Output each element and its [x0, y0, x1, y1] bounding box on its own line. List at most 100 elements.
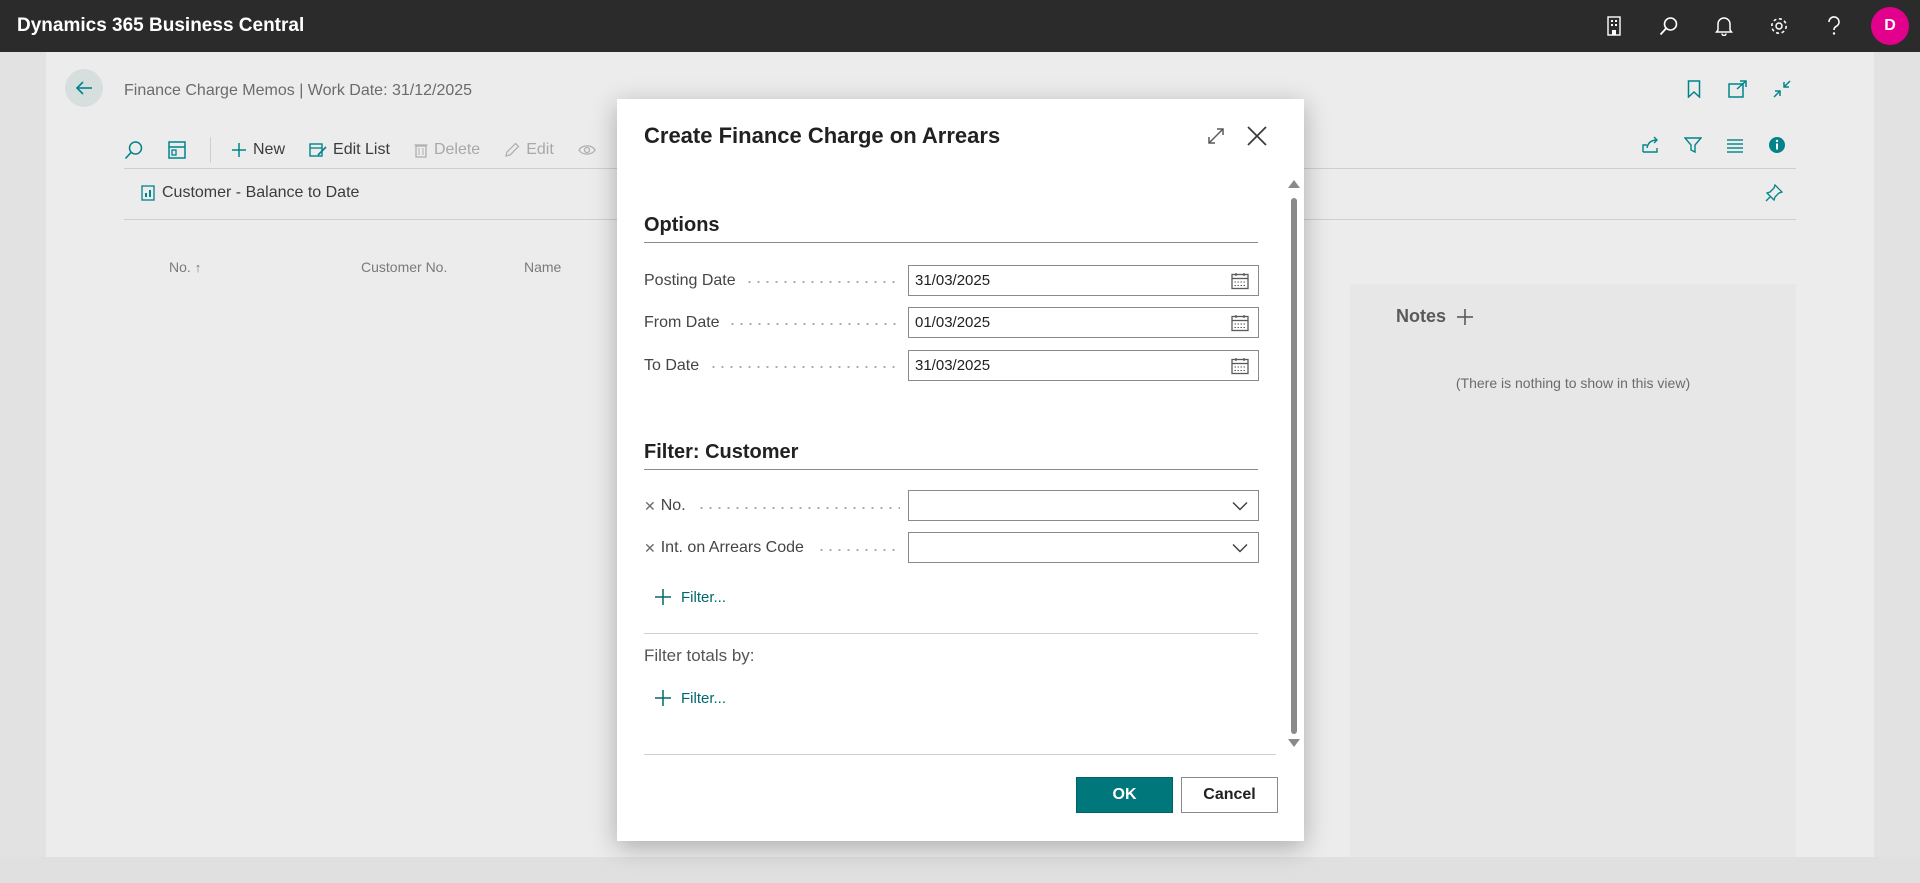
from-date-value: 01/03/2025 — [915, 314, 991, 331]
ok-button[interactable]: OK — [1076, 777, 1173, 813]
pencil-icon — [505, 142, 520, 157]
close-icon[interactable] — [1242, 121, 1272, 151]
search-icon[interactable] — [1641, 0, 1696, 52]
search-list-button[interactable] — [124, 140, 144, 160]
bookmark-icon[interactable] — [1683, 78, 1705, 100]
report-icon — [141, 185, 155, 201]
filter-int-arrears-label: ✕ Int. on Arrears Code — [644, 539, 804, 557]
dialog-footer-divider — [644, 754, 1276, 755]
plus-icon — [655, 589, 671, 605]
app-bar-icons: D — [1586, 0, 1920, 52]
posting-date-leader — [745, 281, 900, 283]
column-header-no[interactable]: No. ↑ — [169, 259, 201, 275]
analysis-icon — [168, 141, 186, 159]
scroll-down-arrow[interactable] — [1288, 739, 1300, 747]
company-icon[interactable] — [1586, 0, 1641, 52]
to-date-value: 31/03/2025 — [915, 357, 991, 374]
share-icon[interactable] — [1640, 134, 1662, 156]
create-finance-charge-dialog: Create Finance Charge on Arrears Options… — [617, 99, 1304, 841]
calendar-icon[interactable] — [1229, 270, 1251, 292]
arrow-left-icon — [75, 81, 92, 95]
page-bottom-bar — [0, 857, 1920, 883]
eye-icon — [578, 145, 596, 155]
to-date-field[interactable]: 31/03/2025 — [908, 350, 1259, 381]
edit-list-icon — [309, 143, 327, 157]
filter-no-leader — [697, 507, 900, 509]
sort-ascending-icon: ↑ — [194, 260, 202, 275]
to-date-leader — [709, 366, 900, 368]
filter-no-field[interactable] — [908, 490, 1259, 521]
info-icon[interactable] — [1766, 134, 1788, 156]
column-header-name[interactable]: Name — [524, 259, 561, 275]
page-margin-right — [1874, 52, 1920, 883]
chevron-down-icon[interactable] — [1229, 495, 1251, 517]
filter-icon[interactable] — [1682, 134, 1704, 156]
filter-totals-label: Filter totals by: — [644, 646, 755, 665]
scrollbar-thumb[interactable] — [1291, 198, 1297, 734]
filter-int-arrears-field[interactable] — [908, 532, 1259, 563]
app-title[interactable]: Dynamics 365 Business Central — [17, 15, 304, 37]
delete-button[interactable]: Delete — [414, 141, 480, 159]
options-section-title: Options — [644, 214, 720, 236]
posting-date-field[interactable]: 31/03/2025 — [908, 265, 1259, 296]
edit-list-button[interactable]: Edit List — [309, 141, 390, 159]
cancel-button[interactable]: Cancel — [1181, 777, 1278, 813]
open-new-window-icon[interactable] — [1727, 78, 1749, 100]
add-customer-filter-link[interactable]: Filter... — [654, 588, 726, 606]
expand-icon[interactable] — [1203, 123, 1229, 149]
posting-date-value: 31/03/2025 — [915, 272, 991, 289]
report-link-label: Customer - Balance to Date — [162, 184, 360, 201]
remove-filter-icon[interactable]: ✕ — [644, 498, 656, 515]
from-date-field[interactable]: 01/03/2025 — [908, 307, 1259, 338]
report-link-balance-to-date[interactable]: Customer - Balance to Date — [141, 184, 359, 202]
collapse-icon[interactable] — [1771, 78, 1793, 100]
app-bar: Dynamics 365 Business Central D — [0, 0, 1920, 52]
notes-factbox: Notes (There is nothing to show in this … — [1350, 284, 1796, 857]
filter-no-label-text: No. — [660, 497, 686, 514]
edit-button[interactable]: Edit — [504, 141, 554, 159]
user-avatar[interactable]: D — [1871, 7, 1909, 45]
bell-icon[interactable] — [1696, 0, 1751, 52]
new-button[interactable]: New — [231, 141, 285, 159]
notes-title: Notes — [1396, 306, 1474, 327]
column-header-customer-no[interactable]: Customer No. — [361, 259, 447, 275]
dialog-title: Create Finance Charge on Arrears — [644, 123, 1001, 148]
edit-list-label: Edit List — [333, 141, 390, 158]
filter-customer-section-divider — [644, 469, 1258, 470]
page-margin-left — [0, 52, 46, 883]
edit-label: Edit — [526, 141, 554, 158]
page-header-actions — [1683, 78, 1793, 100]
totals-divider — [644, 633, 1258, 634]
calendar-icon[interactable] — [1229, 312, 1251, 334]
action-bar-right — [1640, 134, 1788, 156]
filter-int-arrears-leader — [817, 549, 900, 551]
remove-filter-icon[interactable]: ✕ — [644, 540, 656, 557]
filter-no-label: ✕ No. — [644, 497, 686, 515]
chevron-down-icon[interactable] — [1229, 537, 1251, 559]
help-icon[interactable] — [1806, 0, 1861, 52]
new-label: New — [253, 141, 286, 158]
from-date-label: From Date — [644, 314, 720, 331]
calendar-icon[interactable] — [1229, 355, 1251, 377]
filter-customer-section-title: Filter: Customer — [644, 441, 799, 463]
plus-icon — [655, 690, 671, 706]
scroll-up-arrow[interactable] — [1288, 180, 1300, 188]
search-icon — [124, 141, 143, 160]
list-view-icon[interactable] — [1724, 134, 1746, 156]
action-bar-separator — [210, 137, 211, 163]
delete-label: Delete — [433, 141, 481, 158]
page-caption: Finance Charge Memos | Work Date: 31/12/… — [124, 82, 473, 99]
to-date-label: To Date — [644, 357, 700, 374]
back-button[interactable] — [65, 69, 103, 107]
add-totals-filter-link[interactable]: Filter... — [654, 689, 726, 707]
view-button[interactable] — [578, 143, 596, 157]
pin-icon[interactable] — [1765, 183, 1784, 207]
add-note-icon[interactable] — [1456, 308, 1474, 326]
from-date-leader — [728, 323, 900, 325]
gear-icon[interactable] — [1751, 0, 1806, 52]
notes-title-label: Notes — [1396, 306, 1447, 326]
analysis-mode-button[interactable] — [168, 141, 186, 159]
trash-icon — [414, 144, 428, 158]
filter-int-arrears-label-text: Int. on Arrears Code — [660, 539, 804, 556]
posting-date-label: Posting Date — [644, 272, 736, 289]
